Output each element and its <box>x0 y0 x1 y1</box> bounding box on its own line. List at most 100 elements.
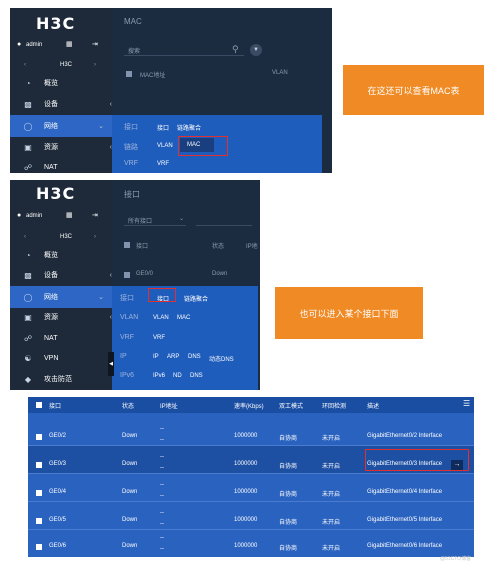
nav-item-resource[interactable]: ▣ 资源 ‹ <box>10 307 120 327</box>
col-ip: IP地址 <box>160 404 178 410</box>
nav-next-icon[interactable]: › <box>94 62 96 68</box>
cell-description: GigabitEthernet0/5 Interface <box>367 517 443 523</box>
row-checkbox[interactable] <box>36 544 42 550</box>
cell-loopback: 未开启 <box>322 492 341 498</box>
nav-item-nat[interactable]: ☍ NAT <box>10 328 120 348</box>
nav-item-vpn[interactable]: ☯VPN‹ <box>10 348 120 368</box>
submenu-group-interface: 接口 <box>124 124 138 131</box>
row-checkbox[interactable] <box>36 434 42 440</box>
submenu-interface[interactable]: 接口 <box>157 123 169 132</box>
chevron-down-icon: ⌄ <box>98 294 104 301</box>
globe-icon: ◯ <box>23 292 33 302</box>
select-all-checkbox[interactable] <box>36 402 42 408</box>
nav-label: NAT <box>44 163 58 171</box>
submenu-dynamic-dns[interactable]: 动态DNS <box>209 354 234 363</box>
nav-label: NAT <box>44 334 58 342</box>
table-row[interactable]: GE0/6 Down -- -- 1000000 自协商 未开启 Gigabit… <box>28 530 474 558</box>
select-all-checkbox[interactable] <box>126 71 132 77</box>
nav-item-overview[interactable]: ◔ 概览 <box>10 73 120 93</box>
nat-icon: ☍ <box>23 162 33 172</box>
cell-status: Down <box>122 517 138 523</box>
search-icon[interactable]: ⚲ <box>232 44 239 55</box>
save-icon[interactable]: ▦ <box>66 40 73 48</box>
submenu-group-vrf: VRF <box>124 160 138 167</box>
panel2-search-input[interactable] <box>196 214 252 226</box>
cell-ip: -- <box>160 454 164 460</box>
panel2-logo: H3C <box>36 184 76 203</box>
col-status: 状态 <box>212 244 225 250</box>
globe-icon: ◯ <box>23 121 33 131</box>
nav-item-resource[interactable]: ▣ 资源 ‹ <box>10 137 120 157</box>
highlight-box <box>178 136 228 156</box>
submenu-vlan[interactable]: VLAN <box>157 143 173 149</box>
nav-item-attack-defense[interactable]: ◆ 攻击防范 <box>10 369 120 389</box>
nav-item-network[interactable]: ◯ 网络 ⌄ <box>10 115 112 137</box>
submenu-ipv6[interactable]: IPv6 <box>153 373 165 379</box>
nav-item-device[interactable]: ▩ 设备 ‹ <box>10 265 120 285</box>
panel1-nav-label: H3C <box>60 62 73 68</box>
cell-ip: -- <box>160 482 164 488</box>
cell-duplex: 自协商 <box>279 492 298 498</box>
cell-loopback: 未开启 <box>322 436 341 442</box>
nav-item-network[interactable]: ◯ 网络 ⌄ <box>10 286 112 308</box>
cell-interface: GE0/6 <box>49 543 67 549</box>
row-checkbox[interactable] <box>36 490 42 496</box>
column-settings-icon[interactable]: ☰ <box>463 399 470 408</box>
select-all-checkbox[interactable] <box>124 242 130 248</box>
row-interface: GE0/0 <box>136 271 154 277</box>
submenu-vlan[interactable]: VLAN <box>153 315 169 321</box>
table-row[interactable]: GE0/5 Down -- -- 1000000 自协商 未开启 Gigabit… <box>28 502 474 530</box>
collapse-handle[interactable]: ◀ <box>108 352 114 376</box>
cell-description: GigabitEthernet0/4 Interface <box>367 489 443 495</box>
cell-ip: -- <box>160 465 164 471</box>
chevron-down-icon: ⌄ <box>178 216 184 222</box>
panel1-search-input[interactable]: 搜索 <box>124 44 244 56</box>
submenu-group-link: 链路 <box>124 144 138 151</box>
filter-icon[interactable]: ▼ <box>250 44 262 56</box>
logout-icon[interactable]: ⇥ <box>92 40 98 48</box>
row-checkbox[interactable] <box>36 462 42 468</box>
nav-prev-icon[interactable]: ‹ <box>24 62 26 68</box>
submenu-dns[interactable]: DNS <box>188 354 201 360</box>
cell-duplex: 自协商 <box>279 436 298 442</box>
submenu-nd[interactable]: ND <box>173 373 182 379</box>
row-checkbox[interactable] <box>124 272 130 278</box>
table-row[interactable]: GE0/3 Down -- -- 1000000 自协商 未开启 Gigabit… <box>28 446 474 474</box>
nav-item-nat[interactable]: ☍ NAT <box>10 157 120 177</box>
nav-item-overview[interactable]: ◔ 概览 <box>10 245 120 265</box>
save-icon[interactable]: ▦ <box>66 211 73 219</box>
table-row[interactable]: GE0/4 Down -- -- 1000000 自协商 未开启 Gigabit… <box>28 474 474 502</box>
panel1-page-title: MAC <box>124 17 142 26</box>
col-description: 描述 <box>367 404 380 410</box>
user-icon[interactable]: ● <box>17 41 21 48</box>
cell-duplex: 自协商 <box>279 546 298 552</box>
submenu-link-aggregation[interactable]: 链路聚合 <box>184 294 208 303</box>
nav-prev-icon[interactable]: ‹ <box>24 234 26 240</box>
submenu-ip[interactable]: IP <box>153 354 159 360</box>
submenu-mac[interactable]: MAC <box>177 315 190 321</box>
logout-icon[interactable]: ⇥ <box>92 211 98 219</box>
submenu-group-ip: IP <box>120 353 127 360</box>
cell-speed: 1000000 <box>234 517 258 523</box>
nav-item-device[interactable]: ▩ 设备 ‹ <box>10 94 120 114</box>
nav-label: 网络 <box>44 294 58 301</box>
user-icon[interactable]: ● <box>17 212 21 219</box>
enter-arrow-icon[interactable]: → <box>451 460 463 470</box>
panel1-username: admin <box>26 42 43 48</box>
submenu-link-aggregation[interactable]: 链路聚合 <box>177 123 201 132</box>
col-vlan: VLAN <box>272 70 288 76</box>
cell-duplex: 自协商 <box>279 464 298 470</box>
row-checkbox[interactable] <box>36 518 42 524</box>
submenu-arp[interactable]: ARP <box>167 354 179 360</box>
interface-filter-select[interactable]: 所有接口 ⌄ <box>124 214 186 226</box>
submenu-vrf[interactable]: VRF <box>153 335 165 341</box>
cell-interface: GE0/2 <box>49 433 67 439</box>
table-row[interactable]: GE0/2 Down -- -- 1000000 自协商 未开启 Gigabit… <box>28 418 474 446</box>
nav-next-icon[interactable]: › <box>94 234 96 240</box>
nav-label: 网络 <box>44 123 58 130</box>
search-placeholder: 搜索 <box>128 49 141 55</box>
submenu-vrf[interactable]: VRF <box>157 161 169 167</box>
col-status: 状态 <box>122 404 135 410</box>
callout-interface: 也可以进入某个接口下面 <box>275 287 423 339</box>
submenu-dns-v6[interactable]: DNS <box>190 373 203 379</box>
